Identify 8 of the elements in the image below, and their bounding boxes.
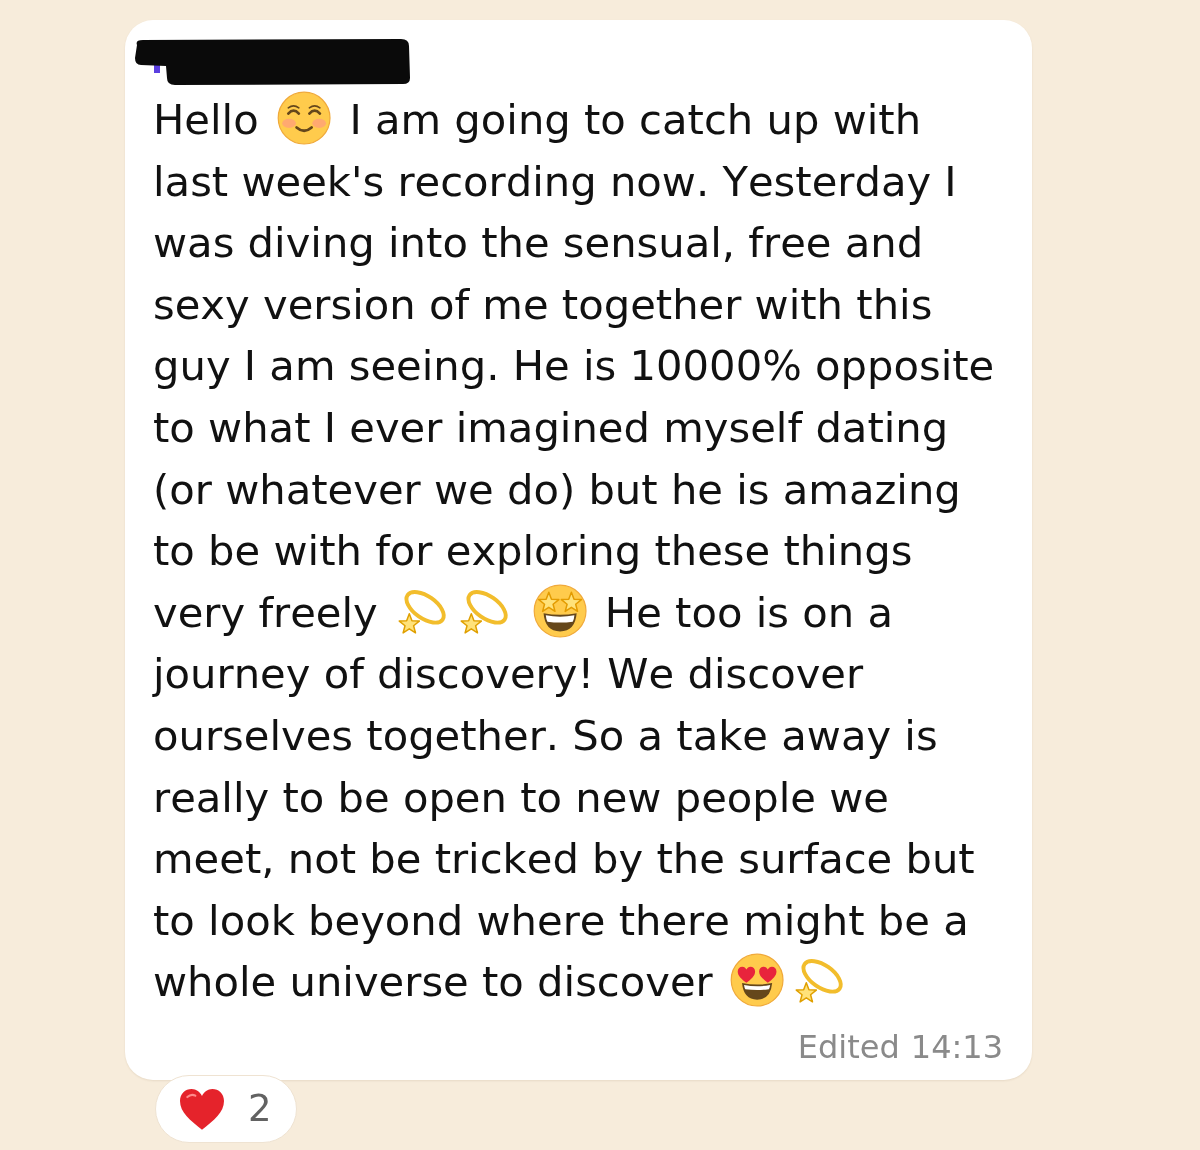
star-eyes-face-icon: [533, 583, 588, 638]
heart-icon: [178, 1086, 226, 1132]
heart-eyes-face-icon: [730, 953, 785, 1008]
reaction-button[interactable]: 2: [155, 1074, 297, 1143]
smiling-face-icon: [276, 91, 332, 146]
message-time: 14:13: [910, 1026, 1003, 1067]
edited-label: Edited: [797, 1026, 900, 1067]
message-text: Hello I am going to catch up with last week's recording now. Yesterday I was diving into the sensual, free and sexy version of me together with this guy I am seeing. He is 10000% opposite to what I ever imagined myself dating (or whatever we do) but he is amazing to be with for exploring these things very freely He too is on a journey of discovery! We discover ourselves together. So a take away is really to be open to new people we meet, not be tricked by the surface but to look beyond where there might be a whole universe to discover: [153, 89, 1005, 1013]
